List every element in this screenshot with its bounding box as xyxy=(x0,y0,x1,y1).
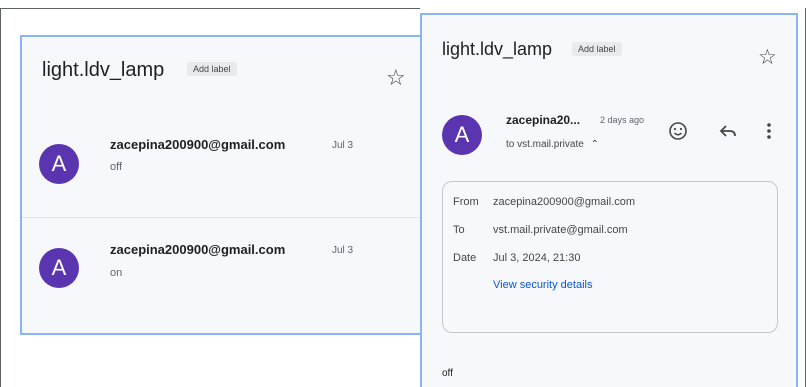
from-value: zacepina200900@gmail.com xyxy=(493,196,636,208)
frame-left-line xyxy=(0,8,1,387)
date-value: Jul 3, 2024, 21:30 xyxy=(493,252,581,264)
avatar: A xyxy=(39,248,79,288)
frame-top-line xyxy=(0,8,420,9)
reply-icon[interactable] xyxy=(718,123,738,143)
add-label-chip[interactable]: Add label xyxy=(187,62,237,76)
to-label: To xyxy=(453,224,465,236)
thread-row[interactable]: A zacepina200900@gmail.com Jul 3 off xyxy=(22,127,422,217)
message-time: 2 days ago xyxy=(600,115,645,125)
thread-subject: light.ldv_lamp xyxy=(42,59,165,81)
chevron-up-icon: ⌃ xyxy=(590,139,599,150)
message-details-box: From zacepina200900@gmail.com To vst.mai… xyxy=(442,181,778,333)
message-view-panel: light.ldv_lamp Add label ☆ A zacepina20.… xyxy=(420,13,798,387)
to-value: vst.mail.private@gmail.com xyxy=(493,224,628,236)
message-to-line[interactable]: to vst.mail.private ⌃ xyxy=(506,139,599,150)
message-subject: light.ldv_lamp xyxy=(442,39,553,59)
avatar: A xyxy=(39,144,79,184)
avatar: A xyxy=(442,115,482,155)
thread-list-panel: light.ldv_lamp Add label ☆ A zacepina200… xyxy=(20,35,424,335)
thread-row[interactable]: A zacepina200900@gmail.com Jul 3 on xyxy=(22,231,422,321)
add-label-chip[interactable]: Add label xyxy=(572,42,622,56)
from-label: From xyxy=(453,196,479,208)
thread-sender: zacepina200900@gmail.com xyxy=(110,137,286,152)
view-security-details-link[interactable]: View security details xyxy=(493,279,592,291)
message-sender: zacepina20... xyxy=(506,113,581,127)
thread-snippet: on xyxy=(110,267,123,279)
thread-sender: zacepina200900@gmail.com xyxy=(110,242,286,257)
thread-snippet: off xyxy=(110,161,123,173)
to-recipient-text: to vst.mail.private xyxy=(506,139,584,150)
star-icon[interactable]: ☆ xyxy=(386,67,406,89)
message-body: off xyxy=(442,368,453,379)
more-vert-icon[interactable] xyxy=(766,121,772,145)
thread-date: Jul 3 xyxy=(332,245,354,256)
emoji-icon[interactable] xyxy=(668,121,688,145)
date-label: Date xyxy=(453,252,477,264)
star-icon[interactable]: ☆ xyxy=(758,47,777,68)
thread-date: Jul 3 xyxy=(332,140,354,151)
thread-divider xyxy=(22,217,422,218)
